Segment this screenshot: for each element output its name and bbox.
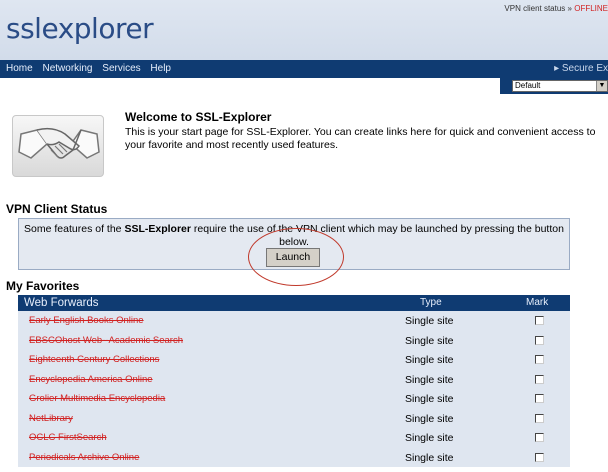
table-row: Grolier Multimedia Encyclopedia Single s… <box>18 389 570 409</box>
main-menu: Home Networking Services Help <box>6 63 178 74</box>
table-header: Web Forwards Type Mark <box>18 295 570 311</box>
table-row: EBSCOhost Web--Academic Search Single si… <box>18 331 570 351</box>
menu-help[interactable]: Help <box>150 63 171 74</box>
sslexplorer-logo[interactable]: sslexplorer <box>6 12 154 45</box>
favorite-type: Single site <box>405 393 454 405</box>
vpn-message-brand: SSL-Explorer <box>124 223 191 235</box>
mark-checkbox[interactable] <box>535 335 544 345</box>
menu-services[interactable]: Services <box>102 63 140 74</box>
favorite-link[interactable]: Encyclopedia America Online <box>29 374 153 385</box>
favorite-link[interactable]: Early English Books Online <box>29 315 144 326</box>
chevron-down-icon[interactable]: ▼ <box>596 81 607 91</box>
vpn-section-title: VPN Client Status <box>6 202 108 216</box>
table-row: Early English Books Online Single site <box>18 311 570 331</box>
secure-explorer-link[interactable]: ▸ Secure Ex <box>554 63 608 74</box>
favorite-type: Single site <box>405 373 454 386</box>
highlight-circle <box>248 228 344 286</box>
table-row: NetLibrary Single site <box>18 409 570 429</box>
table-body: Early English Books Online Single site E… <box>18 311 570 467</box>
vpn-status-value[interactable]: OFFLINE <box>574 4 608 13</box>
table-row: Encyclopedia America Online Single site <box>18 370 570 390</box>
theme-select-value: Default <box>515 81 541 90</box>
favorite-type: Single site <box>405 412 454 425</box>
vpn-status-label: VPN client status » <box>504 4 572 13</box>
handshake-icon <box>18 127 100 159</box>
handshake-image <box>12 115 104 177</box>
table-row: OCLC FirstSearch Single site <box>18 428 570 448</box>
favorite-link[interactable]: OCLC FirstSearch <box>29 432 107 443</box>
mark-checkbox[interactable] <box>535 413 544 423</box>
table-row: Periodicals Archive Online Single site <box>18 448 570 468</box>
welcome-text: This is your start page for SSL-Explorer… <box>125 126 596 151</box>
mark-checkbox[interactable] <box>535 355 544 364</box>
favorite-link[interactable]: NetLibrary <box>29 413 73 424</box>
column-header-mark: Mark <box>526 297 549 308</box>
favorites-table: Web Forwards Type Mark Early English Boo… <box>18 295 570 467</box>
vpn-message-suffix: require the use of the VPN client which … <box>193 223 564 248</box>
menu-networking[interactable]: Networking <box>42 63 92 74</box>
menu-home[interactable]: Home <box>6 63 33 74</box>
favorite-type: Single site <box>405 432 454 444</box>
welcome-title: Welcome to SSL-Explorer <box>125 110 272 124</box>
column-header-type[interactable]: Type <box>420 297 442 308</box>
mark-checkbox[interactable] <box>535 374 544 384</box>
favorite-type: Single site <box>405 315 454 327</box>
vpn-message-prefix: Some features of the <box>24 223 122 235</box>
column-header-web-forwards[interactable]: Web Forwards <box>24 297 99 309</box>
favorites-section-title: My Favorites <box>6 279 80 293</box>
favorite-link[interactable]: Grolier Multimedia Encyclopedia <box>29 393 165 404</box>
mark-checkbox[interactable] <box>535 316 544 325</box>
favorite-type: Single site <box>405 451 454 464</box>
mark-checkbox[interactable] <box>535 433 544 442</box>
mark-checkbox[interactable] <box>535 394 544 403</box>
favorite-type: Single site <box>405 354 454 366</box>
favorite-link[interactable]: Eighteenth Century Collections <box>29 354 159 365</box>
theme-select[interactable]: Default ▼ <box>512 80 608 92</box>
vpn-client-status[interactable]: VPN client status » OFFLINE <box>504 4 608 13</box>
table-row: Eighteenth Century Collections Single si… <box>18 350 570 370</box>
favorite-type: Single site <box>405 334 454 347</box>
favorite-link[interactable]: EBSCOhost Web--Academic Search <box>29 335 183 346</box>
header: sslexplorer VPN client status » OFFLINE <box>0 0 608 60</box>
mark-checkbox[interactable] <box>535 452 544 462</box>
favorite-link[interactable]: Periodicals Archive Online <box>29 452 139 463</box>
nav-bar: Home Networking Services Help ▸ Secure E… <box>0 60 608 78</box>
